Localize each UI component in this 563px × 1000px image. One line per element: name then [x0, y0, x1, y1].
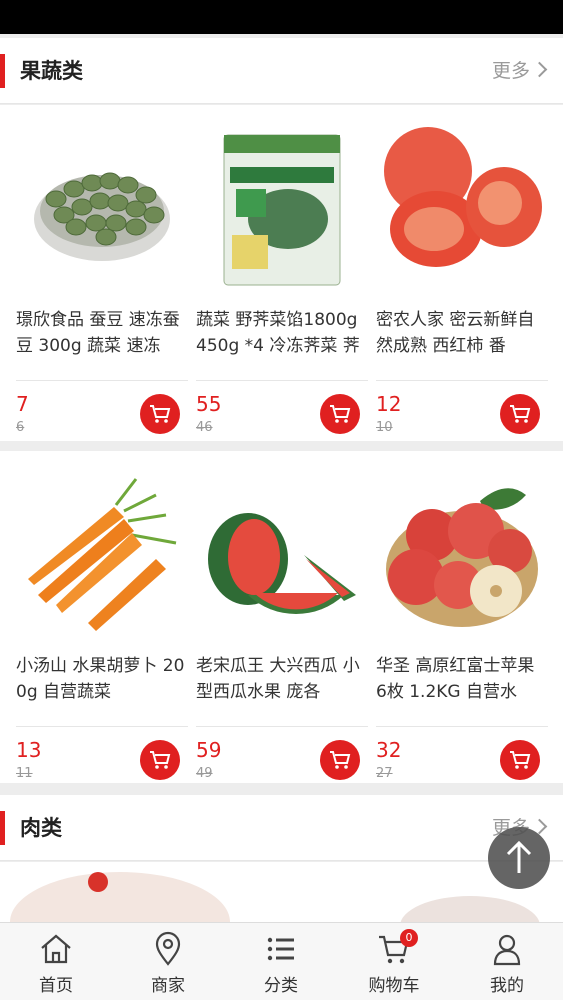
bottom-tab-bar: 首页 商家 分类 0 购物车 我的: [0, 922, 563, 1000]
tab-cart[interactable]: 0 购物车: [338, 923, 450, 1000]
arrow-up-icon: [506, 840, 532, 873]
add-to-cart-button[interactable]: [500, 740, 540, 780]
list-icon: [267, 937, 294, 961]
product-card[interactable]: 小汤山 水果胡萝卜 200g 自营蔬菜 13 11: [16, 451, 188, 783]
product-card[interactable]: 璟欣食品 蚕豆 速冻蚕豆 300g 蔬菜 速冻 7 6: [16, 105, 188, 437]
tab-merchant[interactable]: 商家: [112, 923, 224, 1000]
row-gap: [0, 441, 563, 451]
tab-label: 商家: [151, 976, 185, 996]
product-card[interactable]: 华圣 高原红富士苹果 6枚 1.2KG 自营水 32 27: [376, 451, 548, 783]
carrot-image: [28, 478, 177, 631]
product-price: 13: [16, 738, 42, 762]
divider: [376, 380, 548, 381]
product-name: 老宋瓜王 大兴西瓜 小型西瓜水果 庞各: [196, 656, 360, 702]
home-icon: [41, 934, 71, 964]
add-to-cart-button[interactable]: [320, 740, 360, 780]
shepherds-purse-pack-image: [223, 134, 341, 286]
cart-icon: [330, 405, 351, 423]
fruits-veg-section-header: 果蔬类 更多: [0, 38, 563, 104]
add-to-cart-button[interactable]: [500, 394, 540, 434]
product-price: 12: [376, 392, 402, 416]
meat-section-header: 肉类 更多: [0, 795, 563, 861]
product-price: 7: [16, 392, 29, 416]
tab-mine[interactable]: 我的: [451, 923, 563, 1000]
product-old-price: 49: [196, 766, 213, 781]
product-row-1: 璟欣食品 蚕豆 速冻蚕豆 300g 蔬菜 速冻 7 6 蔬菜 野荠菜馅1800g…: [0, 105, 563, 441]
divider: [196, 380, 368, 381]
product-name: 小汤山 水果胡萝卜 200g 自营蔬菜: [16, 656, 185, 702]
product-old-price: 11: [16, 766, 33, 781]
product-card[interactable]: 老宋瓜王 大兴西瓜 小型西瓜水果 庞各 59 49: [196, 451, 368, 783]
product-price: 59: [196, 738, 222, 762]
tomato-image: [384, 127, 542, 267]
more-link[interactable]: 更多: [492, 56, 548, 86]
section-gap: [0, 783, 563, 795]
product-name: 蔬菜 野荠菜馅1800g 450g *4 冷冻荠菜 荠: [196, 310, 360, 356]
product-name: 华圣 高原红富士苹果 6枚 1.2KG 自营水: [376, 656, 535, 702]
add-to-cart-button[interactable]: [320, 394, 360, 434]
chevron-right-icon: [531, 61, 548, 78]
product-price: 32: [376, 738, 402, 762]
cart-icon: [150, 405, 171, 423]
add-to-cart-button[interactable]: [140, 740, 180, 780]
divider: [16, 726, 188, 727]
tab-label: 我的: [490, 976, 524, 996]
product-old-price: 27: [376, 766, 393, 781]
back-to-top-button[interactable]: [488, 827, 550, 889]
tab-label: 购物车: [368, 976, 420, 996]
status-bar: [0, 0, 563, 34]
tab-label: 首页: [39, 976, 73, 996]
product-old-price: 10: [376, 420, 393, 435]
section-title: 肉类: [20, 816, 62, 840]
product-name: 密农人家 密云新鲜自然成熟 西红柿 番: [376, 310, 535, 356]
product-card[interactable]: 蔬菜 野荠菜馅1800g 450g *4 冷冻荠菜 荠 55 46: [196, 105, 368, 437]
cart-icon: [150, 751, 171, 769]
cart-icon: [330, 751, 351, 769]
divider: [16, 380, 188, 381]
divider: [376, 726, 548, 727]
location-pin-icon: [155, 931, 181, 966]
tab-label: 分类: [264, 976, 298, 996]
section-title: 果蔬类: [20, 59, 83, 83]
section-accent-bar: [0, 54, 5, 88]
watermelon-image: [208, 513, 356, 615]
product-old-price: 6: [16, 420, 25, 435]
user-icon: [493, 934, 521, 966]
broad-beans-image: [34, 172, 170, 261]
product-old-price: 46: [196, 420, 213, 435]
apple-image: [386, 488, 538, 627]
add-to-cart-button[interactable]: [140, 394, 180, 434]
product-row-2: 小汤山 水果胡萝卜 200g 自营蔬菜 13 11 老宋瓜王 大兴西瓜 小型西瓜…: [0, 451, 563, 783]
product-price: 55: [196, 392, 222, 416]
cart-count-badge: 0: [400, 929, 418, 947]
tab-home[interactable]: 首页: [0, 923, 112, 1000]
section-accent-bar: [0, 811, 5, 845]
cart-icon: [510, 751, 531, 769]
cart-icon: [510, 405, 531, 423]
divider: [196, 726, 368, 727]
product-name: 璟欣食品 蚕豆 速冻蚕豆 300g 蔬菜 速冻: [16, 310, 180, 356]
tab-category[interactable]: 分类: [225, 923, 337, 1000]
product-card[interactable]: 密农人家 密云新鲜自然成熟 西红柿 番 12 10: [376, 105, 548, 437]
